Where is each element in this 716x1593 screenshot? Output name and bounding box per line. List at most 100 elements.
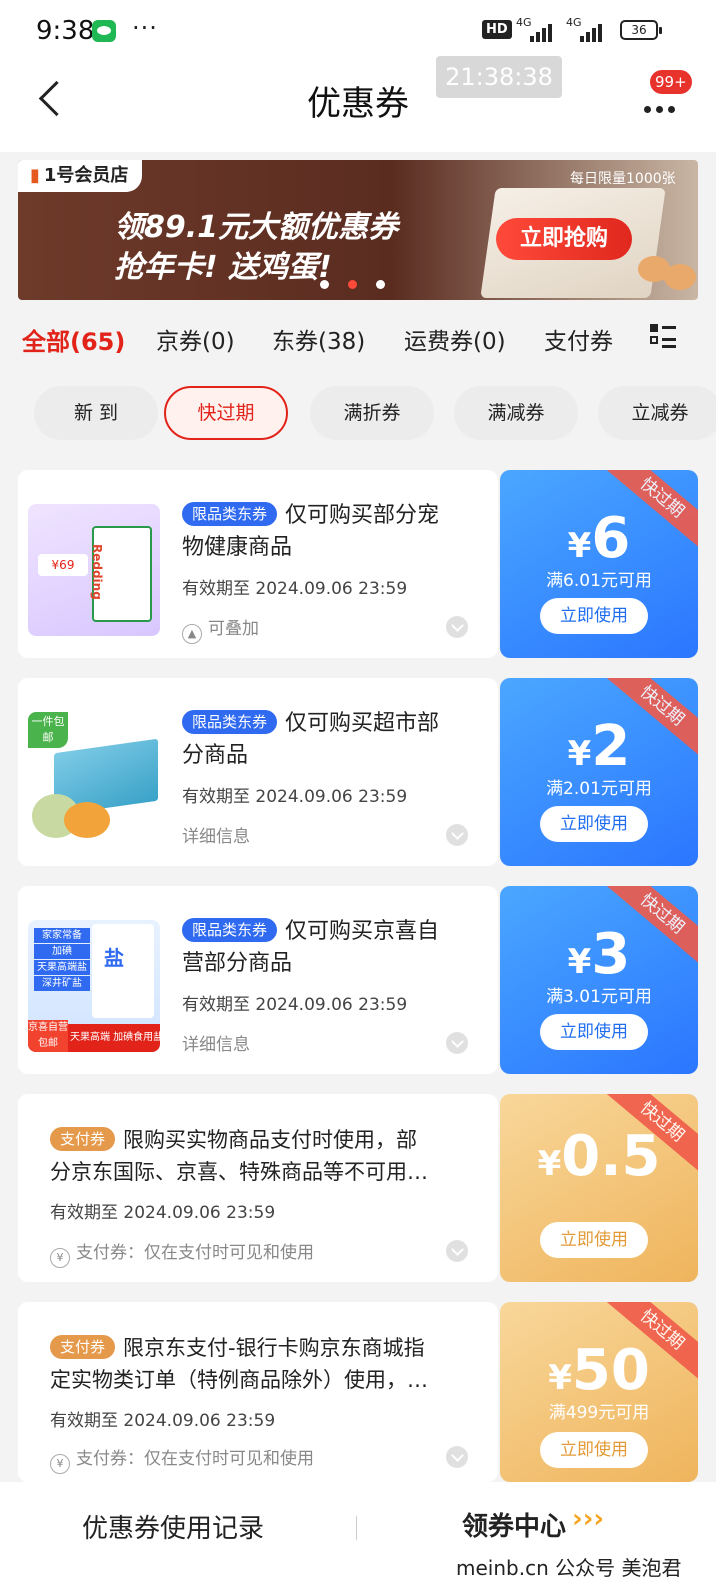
banner-subline: 抢年卡! 送鸡蛋! bbox=[114, 250, 332, 285]
coupon-amount: ¥2 bbox=[567, 714, 631, 779]
coupon-card[interactable]: 家家常备 加碘 天果高端盐 深井矿盐 盐 天果高端 加碘食用盐 京喜自营 包邮 … bbox=[18, 886, 498, 1074]
carousel-dot-active[interactable] bbox=[348, 280, 357, 289]
use-now-button[interactable]: 立即使用 bbox=[540, 598, 648, 634]
coupon-stub: 快过期 ¥6 满6.01元可用 立即使用 bbox=[500, 470, 698, 658]
nav-header: 优惠券 21:38:38 99+ bbox=[0, 56, 716, 152]
salt-feature-list: 家家常备 加碘 天果高端盐 深井矿盐 bbox=[34, 928, 90, 991]
coupon-center-link[interactable]: 领券中心 bbox=[462, 1506, 566, 1543]
coupon-tag: 限品类东券 bbox=[182, 710, 278, 734]
use-now-button[interactable]: 立即使用 bbox=[540, 1432, 648, 1468]
payment-coupon-note: ¥ 支付券：仅在支付时可见和使用 bbox=[50, 1238, 314, 1268]
promo-banner[interactable]: ▮ 1号会员店 每日限量1000张 领89.1元大额优惠券 抢年卡! 送鸡蛋! 立… bbox=[18, 160, 698, 300]
coupon-card[interactable]: 支付券 限购买实物商品支付时使用，部 分京东国际、京喜、特殊商品等不可用… 有效期至… bbox=[18, 1094, 498, 1282]
coupon-tag: 限品类东券 bbox=[182, 502, 278, 526]
coupon-description: 限品类东券 仅可购买部分宠 物健康商品 bbox=[182, 502, 440, 560]
store-label: ▮ 1号会员店 bbox=[18, 160, 143, 192]
coupon-card[interactable]: 支付券 限京东支付-银行卡购京东商城指 定实物类订单（特例商品除外）使用，… 有效期… bbox=[18, 1302, 498, 1482]
expand-chevron-icon[interactable] bbox=[446, 616, 468, 638]
category-grid-icon[interactable] bbox=[650, 324, 676, 348]
expand-chevron-icon[interactable] bbox=[446, 1032, 468, 1054]
coupon-detail-link[interactable]: 详细信息 bbox=[182, 822, 250, 847]
coupon-stackable: ▲ 可叠加 bbox=[182, 614, 259, 644]
coupon-stub: 快过期 ¥50 满499元可用 立即使用 bbox=[500, 1302, 698, 1482]
banner-headline: 领89.1元大额优惠券 bbox=[114, 210, 399, 245]
coupon-expiry: 有效期至 2024.09.06 23:59 bbox=[182, 995, 408, 1015]
tab-all[interactable]: 全部(65) bbox=[22, 322, 125, 357]
coupon-condition: 满3.01元可用 bbox=[546, 987, 652, 1007]
coupon-condition: 满2.01元可用 bbox=[546, 779, 652, 799]
coupon-tag: 限品类东券 bbox=[182, 918, 278, 942]
chip-expiring[interactable]: 快过期 bbox=[164, 386, 288, 440]
coupon-condition: 满499元可用 bbox=[548, 1403, 650, 1423]
store-logo-icon: ▮ bbox=[30, 165, 40, 186]
store-name: 1号会员店 bbox=[43, 165, 129, 186]
expand-chevron-icon[interactable] bbox=[446, 824, 468, 846]
battery-icon: 36 bbox=[620, 20, 662, 40]
banner-cta-button[interactable]: 立即抢购 bbox=[496, 218, 632, 260]
carousel-dot[interactable] bbox=[320, 280, 329, 289]
signal-icon: 4G bbox=[566, 16, 608, 44]
chip-new[interactable]: 新 到 bbox=[34, 386, 158, 440]
coupon-stub: 快过期 ¥2 满2.01元可用 立即使用 bbox=[500, 678, 698, 866]
wechat-icon bbox=[92, 20, 116, 42]
coupon-amount: ¥3 bbox=[567, 922, 631, 987]
use-now-button[interactable]: 立即使用 bbox=[540, 1014, 648, 1050]
network-label: 4G bbox=[566, 16, 582, 29]
hd-voice-icon: HD bbox=[482, 20, 512, 39]
banner-limit: 每日限量1000张 bbox=[570, 171, 676, 187]
tab-shipping[interactable]: 运费券(0) bbox=[404, 322, 506, 356]
coupon-expiry: 有效期至 2024.09.06 23:59 bbox=[50, 1411, 276, 1431]
thumb-price: ¥69 bbox=[38, 554, 88, 576]
product-thumbnail: Redding ¥69 bbox=[28, 504, 160, 636]
watermark: meinb.cn 公众号 美泡君 bbox=[456, 1556, 682, 1580]
coupon-card[interactable]: Redding ¥69 限品类东券 仅可购买部分宠 物健康商品 有效期至 2024.… bbox=[18, 470, 498, 658]
divider bbox=[356, 1516, 357, 1540]
coupon-description: 支付券 限购买实物商品支付时使用，部 分京东国际、京喜、特殊商品等不可用… bbox=[50, 1127, 428, 1184]
coupon-tag: 支付券 bbox=[50, 1335, 116, 1359]
coupon-stub: 快过期 ¥0.5 立即使用 bbox=[500, 1094, 698, 1282]
salt-label: 盐 bbox=[104, 946, 124, 970]
status-time: 9:38 bbox=[36, 16, 95, 46]
stack-icon: ▲ bbox=[182, 624, 202, 644]
tab-payment[interactable]: 支付券 bbox=[544, 322, 613, 356]
bottom-bar: 优惠券使用记录 领券中心 ››› meinb.cn 公众号 美泡君 bbox=[0, 1482, 716, 1593]
chip-instant-reduction[interactable]: 立减券 bbox=[598, 386, 716, 440]
status-more: ··· bbox=[132, 14, 158, 42]
tab-jing[interactable]: 京券(0) bbox=[156, 322, 235, 356]
coupon-description: 限品类东券 仅可购买超市部 分商品 bbox=[182, 710, 440, 768]
coupon-description: 支付券 限京东支付-银行卡购京东商城指 定实物类订单（特例商品除外）使用，… bbox=[50, 1335, 428, 1392]
coupon-description: 限品类东券 仅可购买京喜自 营部分商品 bbox=[182, 918, 440, 976]
expand-chevron-icon[interactable] bbox=[446, 1446, 468, 1468]
carousel-dot[interactable] bbox=[376, 280, 385, 289]
use-now-button[interactable]: 立即使用 bbox=[540, 806, 648, 842]
coupon-expiry: 有效期至 2024.09.06 23:59 bbox=[182, 579, 408, 599]
status-bar: 9:38 ··· HD 4G 4G 36 bbox=[0, 0, 716, 62]
coupon-tag: 支付券 bbox=[50, 1127, 116, 1151]
free-shipping-badge: 一件包邮 bbox=[28, 712, 68, 748]
expand-chevron-icon[interactable] bbox=[446, 1240, 468, 1262]
chevron-right-icon[interactable]: ››› bbox=[572, 1504, 604, 1534]
coupon-amount: ¥0.5 bbox=[537, 1124, 661, 1189]
coupon-card[interactable]: 一件包邮 限品类东券 仅可购买超市部 分商品 有效期至 2024.09.06 23:… bbox=[18, 678, 498, 866]
product-thumbnail: 家家常备 加碘 天果高端盐 深井矿盐 盐 天果高端 加碘食用盐 京喜自营 包邮 bbox=[28, 920, 160, 1052]
chip-discount[interactable]: 满折券 bbox=[310, 386, 434, 440]
yen-icon: ¥ bbox=[50, 1454, 70, 1474]
coupon-expiry: 有效期至 2024.09.06 23:59 bbox=[182, 787, 408, 807]
coupon-amount: ¥6 bbox=[567, 506, 631, 571]
jingxi-badge: 京喜自营 包邮 bbox=[28, 1020, 68, 1052]
page-title: 优惠券 bbox=[307, 84, 409, 124]
coupon-expiry: 有效期至 2024.09.06 23:59 bbox=[50, 1203, 276, 1223]
time-overlay: 21:38:38 bbox=[436, 56, 562, 98]
use-now-button[interactable]: 立即使用 bbox=[540, 1222, 648, 1258]
coupon-amount: ¥50 bbox=[548, 1338, 650, 1403]
chip-full-reduction[interactable]: 满减券 bbox=[454, 386, 578, 440]
yen-icon: ¥ bbox=[50, 1248, 70, 1268]
usage-records-link[interactable]: 优惠券使用记录 bbox=[82, 1508, 264, 1545]
coupon-detail-link[interactable]: 详细信息 bbox=[182, 1030, 250, 1055]
egg-image bbox=[664, 264, 696, 290]
payment-coupon-note: ¥ 支付券：仅在支付时可见和使用 bbox=[50, 1444, 314, 1474]
tab-dong[interactable]: 东券(38) bbox=[272, 322, 365, 356]
filter-chips: 新 到 快过期 满折券 满减券 立减券 bbox=[0, 386, 716, 442]
category-tabs: 全部(65) 京券(0) 东券(38) 运费券(0) 支付券 bbox=[0, 310, 716, 362]
coupon-condition: 满6.01元可用 bbox=[546, 571, 652, 591]
